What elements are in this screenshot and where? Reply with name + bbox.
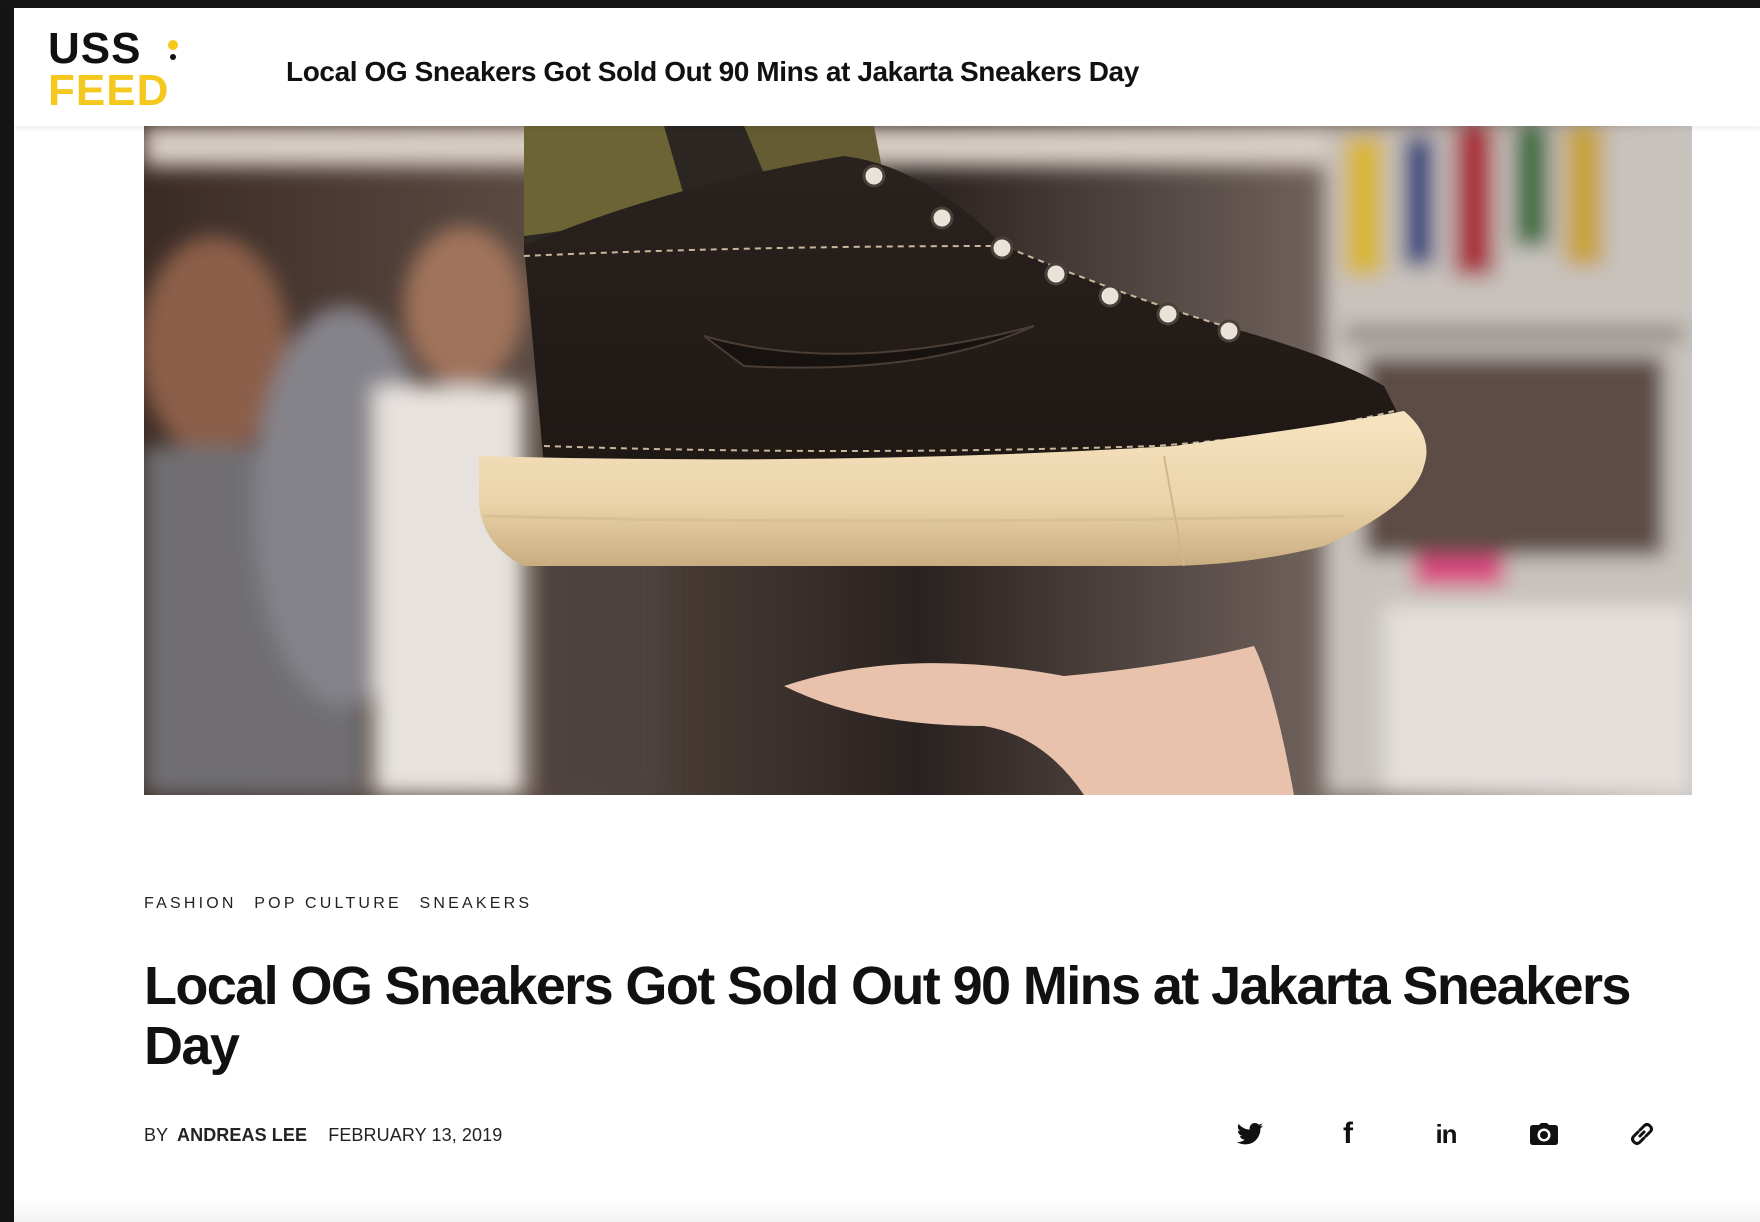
logo-dot-icon <box>168 40 178 50</box>
article-categories: FASHION POP CULTURE SNEAKERS <box>144 895 542 913</box>
logo-text-top: USS <box>48 24 142 73</box>
header-article-title: Local OG Sneakers Got Sold Out 90 Mins a… <box>286 56 1139 87</box>
hero-image <box>144 126 1692 795</box>
category-link-pop-culture[interactable]: POP CULTURE <box>254 895 402 912</box>
hero-image-sneaker <box>144 126 1692 795</box>
share-twitter-button[interactable] <box>1224 1108 1276 1160</box>
byline-prefix: BY <box>144 1125 168 1145</box>
logo-text-bottom: FEED <box>48 66 170 115</box>
window-top-edge <box>0 0 1760 8</box>
logo-dot-small-icon <box>170 54 176 60</box>
facebook-icon: f <box>1343 1117 1353 1150</box>
uss-feed-logo[interactable]: USS FEED <box>48 24 188 118</box>
camera-icon <box>1530 1123 1558 1145</box>
author-link[interactable]: ANDREAS LEE <box>177 1125 307 1145</box>
share-bar: f in <box>1224 1108 1724 1160</box>
publish-date: FEBRUARY 13, 2019 <box>328 1125 503 1145</box>
share-copy-link-button[interactable] <box>1616 1108 1668 1160</box>
article-title: Local OG Sneakers Got Sold Out 90 Mins a… <box>144 956 1631 1076</box>
category-link-fashion[interactable]: FASHION <box>144 895 237 912</box>
link-icon <box>1631 1123 1653 1145</box>
page-bottom-fade <box>14 1198 1760 1222</box>
share-camera-button[interactable] <box>1518 1108 1570 1160</box>
site-header: USS FEED Local OG Sneakers Got Sold Out … <box>14 8 1760 126</box>
share-facebook-button[interactable]: f <box>1322 1108 1374 1160</box>
category-link-sneakers[interactable]: SNEAKERS <box>419 895 532 912</box>
share-linkedin-button[interactable]: in <box>1420 1108 1472 1160</box>
article-byline: BY ANDREAS LEE FEBRUARY 13, 2019 <box>144 1125 502 1146</box>
article-page: USS FEED Local OG Sneakers Got Sold Out … <box>14 8 1760 1222</box>
twitter-icon <box>1237 1123 1263 1145</box>
linkedin-icon: in <box>1435 1118 1457 1149</box>
